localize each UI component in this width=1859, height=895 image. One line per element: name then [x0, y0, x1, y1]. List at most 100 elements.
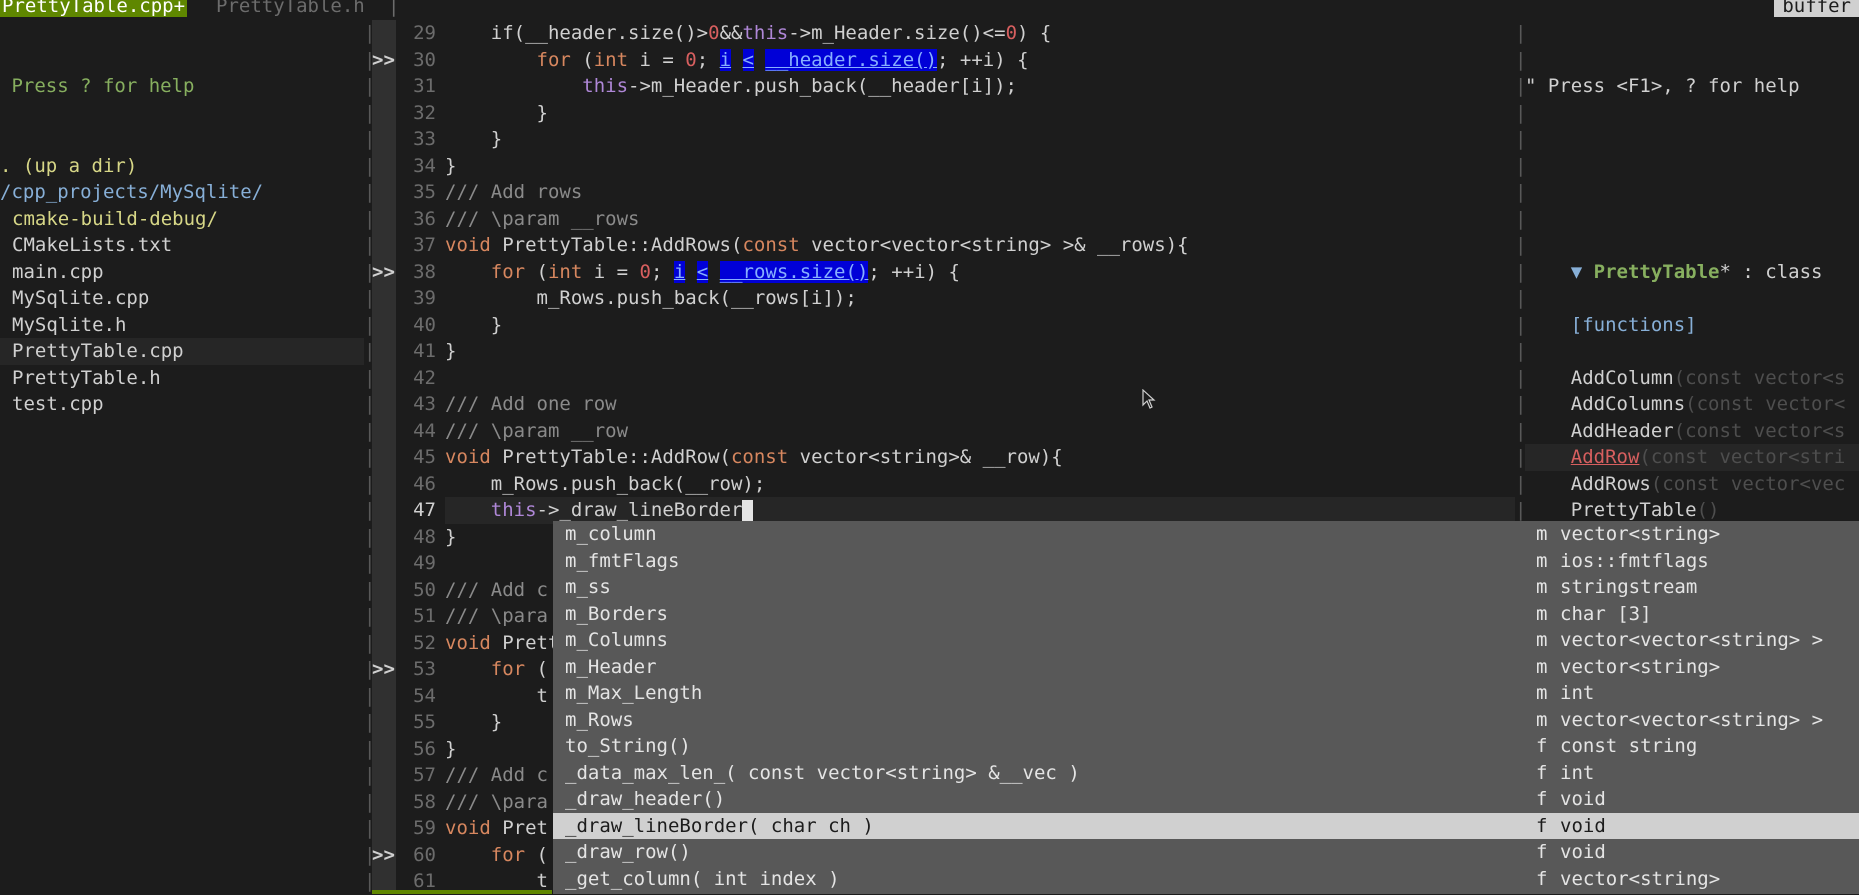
code-token: m_Rows.push_back(__rows[i]); [445, 287, 857, 309]
tagbar-function-item[interactable]: AddRows(const vector<vec [1525, 471, 1859, 498]
completion-item[interactable]: to_String() f const string [553, 733, 1859, 760]
tree-item[interactable]: PrettyTable.h [0, 365, 364, 392]
completion-item[interactable]: _draw_header() f void [553, 786, 1859, 813]
sign-marker [372, 550, 396, 577]
line-number: 45 [413, 446, 436, 468]
completion-word: m_Columns [565, 629, 668, 651]
tree-item[interactable]: test.cpp [0, 391, 364, 418]
sign-marker [372, 312, 396, 339]
completion-item[interactable]: _draw_row() f void [553, 839, 1859, 866]
file-tree-panel: Press ? for help . (up a dir) /cpp_projec… [0, 20, 364, 894]
code-line[interactable]: m_Rows.push_back(__rows[i]); [445, 285, 1515, 312]
sign-marker [372, 126, 396, 153]
tagbar-function-item[interactable]: PrettyTable() [1525, 497, 1859, 524]
tree-item[interactable]: MySqlite.cpp [0, 285, 364, 312]
tagbar-function-item[interactable]: AddColumn(const vector<s [1525, 365, 1859, 392]
completion-item[interactable]: m_fmtFlags m ios::fmtflags [553, 548, 1859, 575]
completion-item[interactable]: m_Max_Length m int [553, 680, 1859, 707]
code-line[interactable]: /// Add one row [445, 391, 1515, 418]
completion-word: m_Max_Length [565, 682, 703, 704]
completion-kind: f [1536, 788, 1548, 810]
code-line[interactable]: void PrettyTable::AddRows(const vector<v… [445, 232, 1515, 259]
code-line[interactable]: m_Rows.push_back(__row); [445, 471, 1515, 498]
code-line[interactable]: void PrettyTable::AddRow(const vector<st… [445, 444, 1515, 471]
sign-marker [372, 762, 396, 789]
line-number: 59 [413, 817, 436, 839]
code-token: ( [525, 658, 548, 680]
completion-word: m_ss [565, 576, 611, 598]
code-token: const [742, 234, 800, 256]
code-line[interactable]: for (int i = 0; i < __rows.size(); ++i) … [445, 259, 1515, 286]
sign-marker [372, 603, 396, 630]
code-token: Pret [490, 817, 548, 839]
tagbar-section-functions[interactable]: [functions] [1525, 312, 1859, 339]
sign-marker [372, 285, 396, 312]
code-line[interactable]: this->m_Header.push_back(__header[i]); [445, 73, 1515, 100]
buffers-label[interactable]: buffer [1774, 0, 1859, 17]
completion-word: to_String() [565, 735, 691, 757]
completion-item[interactable]: m_Rows m vector<vector<string> > [553, 707, 1859, 734]
code-token: < [696, 260, 709, 283]
completion-item[interactable]: _data_max_len_( const vector<string> &__… [553, 760, 1859, 787]
tree-item[interactable]: CMakeLists.txt [0, 232, 364, 259]
line-number: 55 [413, 711, 436, 733]
code-line[interactable]: } [445, 312, 1515, 339]
tree-item[interactable]: /cpp_projects/MySqlite/ [0, 179, 364, 206]
completion-item[interactable]: _get_column( int index ) f vector<string> [553, 866, 1859, 893]
tagbar-function-signature: () [1696, 499, 1720, 521]
tree-item[interactable]: PrettyTable.cpp [0, 338, 364, 365]
code-line[interactable]: /// \param __row [445, 418, 1515, 445]
code-token: 0 [708, 22, 720, 44]
code-line[interactable]: } [445, 338, 1515, 365]
code-line[interactable]: } [445, 100, 1515, 127]
tagbar-function-item[interactable]: AddRow(const vector<stri [1525, 444, 1859, 471]
completion-word: _draw_header() [565, 788, 726, 810]
completion-kind: m [1536, 629, 1548, 651]
collapse-arrow-icon[interactable]: ▼ [1571, 261, 1582, 283]
code-line[interactable]: } [445, 153, 1515, 180]
code-line[interactable]: /// Add rows [445, 179, 1515, 206]
tree-item[interactable]: MySqlite.h [0, 312, 364, 339]
code-line[interactable]: /// \param __rows [445, 206, 1515, 233]
completion-item[interactable]: _draw_lineBorder( char ch ) f void [553, 812, 1859, 839]
sign-marker: >> [372, 48, 395, 71]
tab-prettytable-h[interactable]: PrettyTable.h [214, 0, 367, 17]
code-line[interactable] [445, 365, 1515, 392]
code-line[interactable]: this->_draw_lineBorder [445, 497, 1515, 524]
code-token: 0 [639, 260, 651, 283]
code-line[interactable]: if(__header.size()>0&&this->m_Header.siz… [445, 20, 1515, 47]
tree-item[interactable]: main.cpp [0, 259, 364, 286]
code-line[interactable]: for (int i = 0; i < __header.size(); ++i… [445, 47, 1515, 74]
code-token: /// Add rows [445, 181, 583, 203]
completion-item[interactable]: m_Columns m vector<vector<string> > [553, 627, 1859, 654]
tagbar-function-signature: (const vector<stri [1639, 446, 1846, 468]
code-line[interactable]: } [445, 126, 1515, 153]
code-token: 0 [1005, 22, 1018, 44]
line-number: 60 [413, 843, 436, 866]
code-token: ->m_Header.push_back(__header[i]); [628, 75, 1017, 97]
code-token: void [445, 234, 491, 256]
completion-item[interactable]: m_Header m vector<string> [553, 654, 1859, 681]
code-token: /// Add c [445, 578, 548, 601]
tree-item[interactable]: cmake-build-debug/ [0, 206, 364, 233]
tree-item[interactable]: . (up a dir) [0, 153, 364, 180]
code-token: void [445, 817, 491, 839]
tagbar-function-name: AddRow [1570, 446, 1640, 468]
sign-marker [372, 232, 396, 259]
code-token: PrettyTable::AddRows( [490, 234, 743, 256]
code-token: void [445, 631, 491, 654]
tagbar-function-item[interactable]: AddHeader(const vector<s [1525, 418, 1859, 445]
line-number: 53 [413, 658, 436, 680]
tagbar-function-item[interactable]: AddColumns(const vector< [1525, 391, 1859, 418]
code-token: vector<string>& __row){ [788, 446, 1063, 468]
completion-item[interactable]: m_Borders m char [3] [553, 601, 1859, 628]
tab-prettytable-cpp[interactable]: PrettyTable.cpp+ [0, 0, 188, 17]
sign-marker [372, 736, 396, 763]
tagbar-class-row[interactable]: ▼ PrettyTable* : class [1525, 232, 1859, 283]
completion-item[interactable]: m_ss m stringstream [553, 574, 1859, 601]
code-token: int [547, 260, 583, 283]
completion-word: _data_max_len_( const vector<string> &__… [565, 761, 1080, 784]
completion-item[interactable]: m_column m vector<string> [553, 521, 1859, 548]
code-token: void [445, 446, 491, 468]
